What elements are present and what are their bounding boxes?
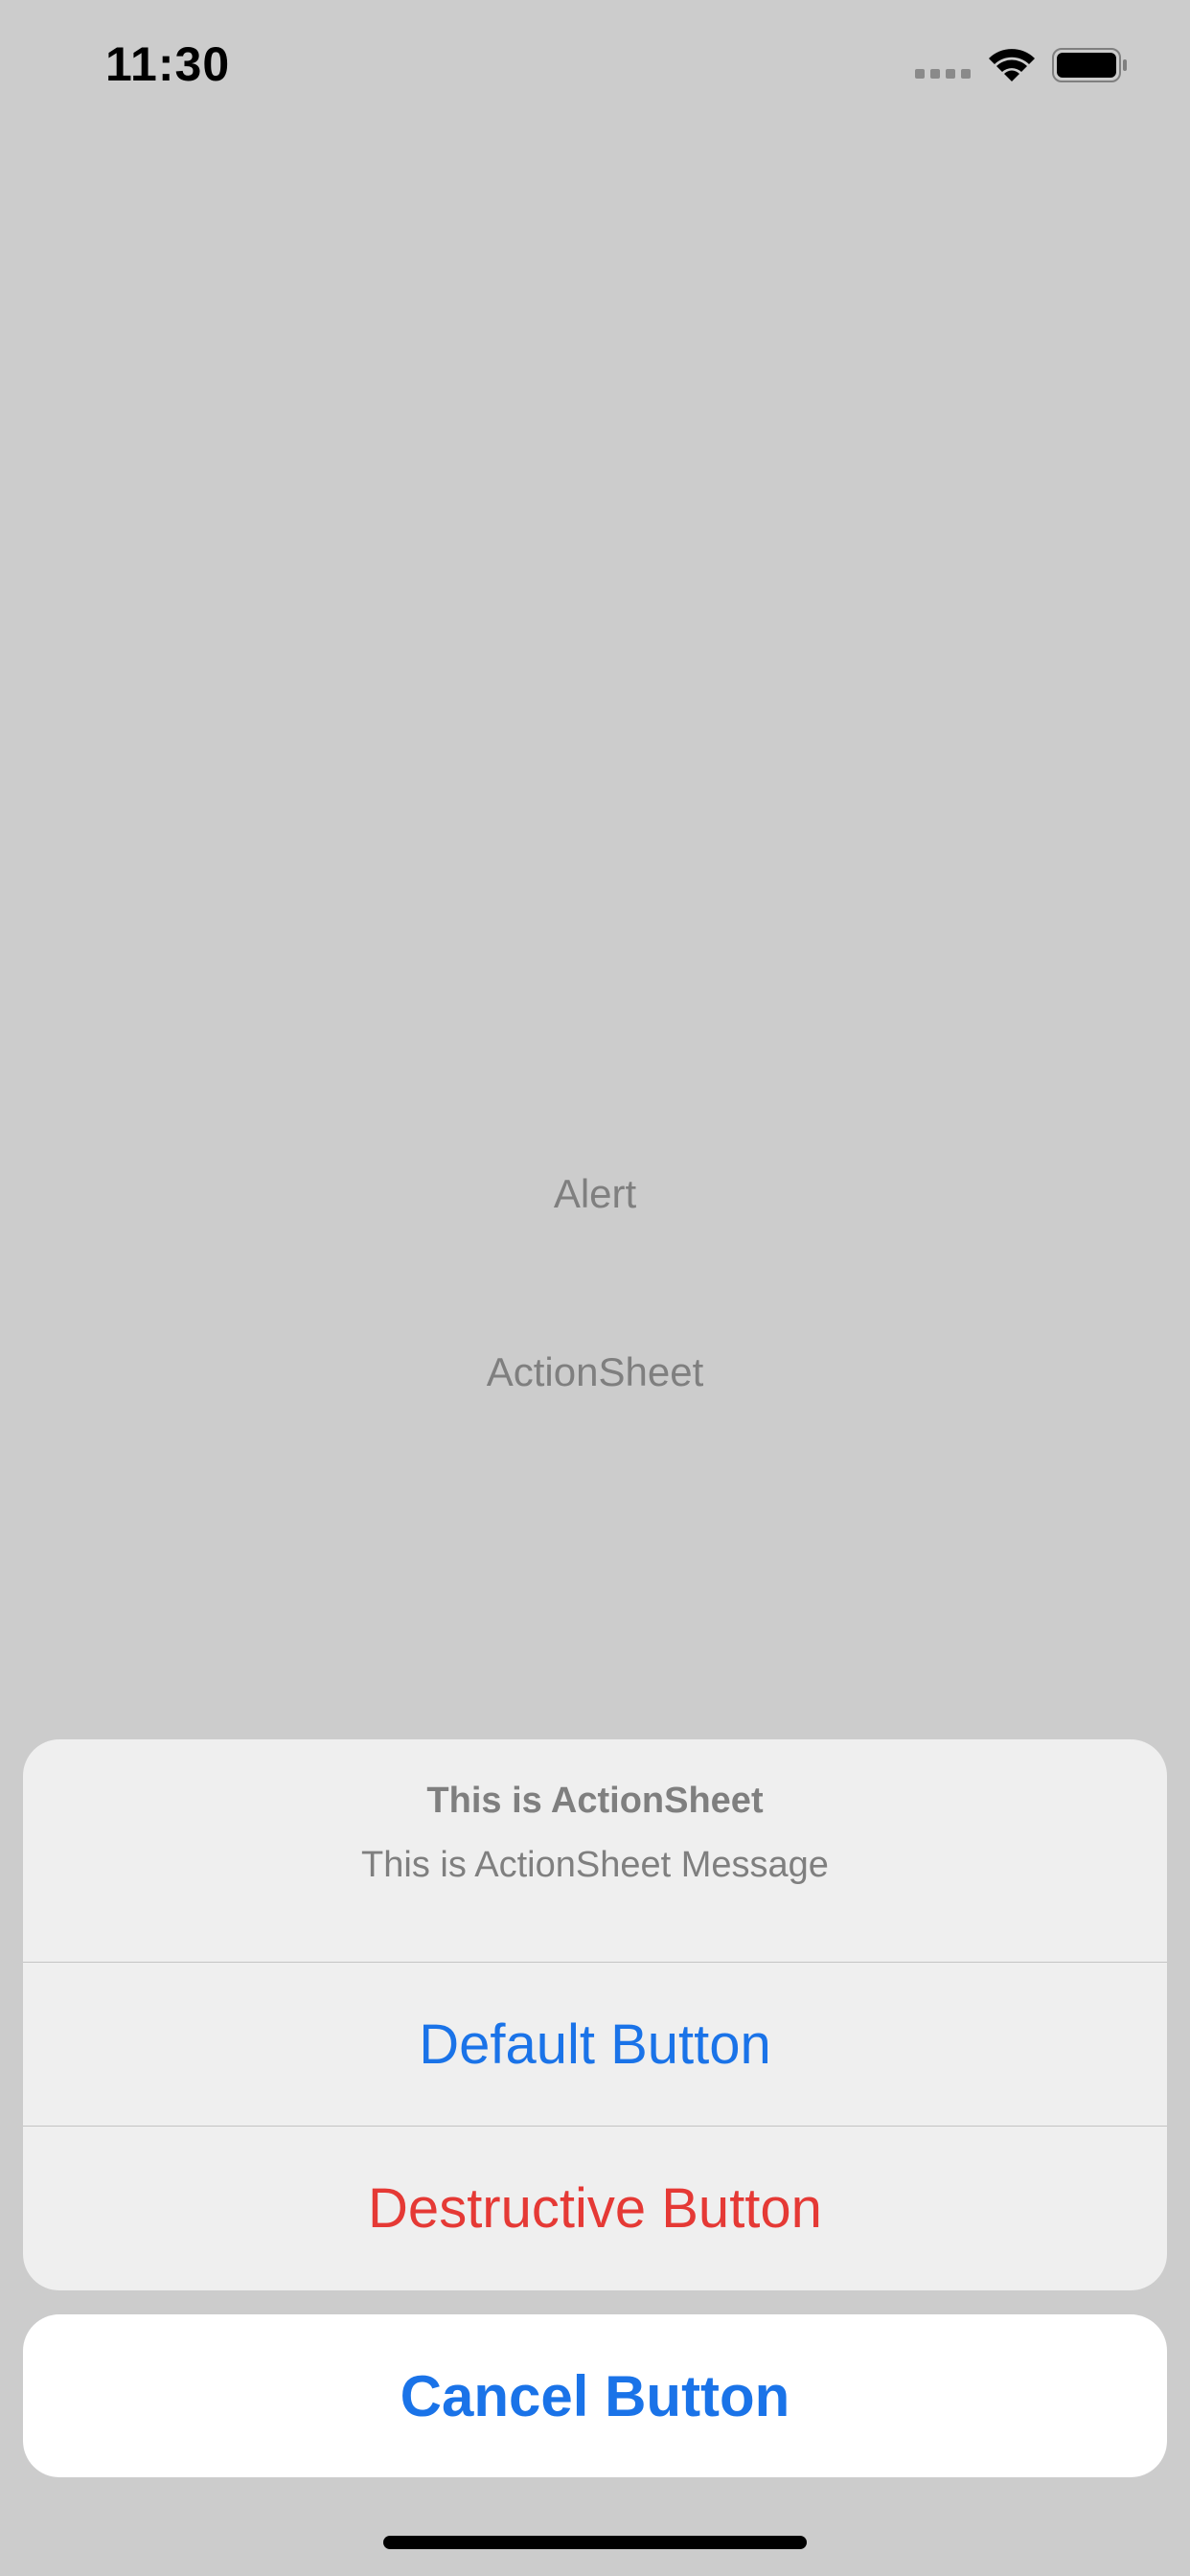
home-indicator[interactable] xyxy=(383,2536,807,2549)
battery-icon xyxy=(1052,48,1127,82)
actionsheet-button[interactable]: ActionSheet xyxy=(0,1349,1190,1395)
action-sheet-message: This is ActionSheet Message xyxy=(361,1845,829,1885)
action-sheet: This is ActionSheet This is ActionSheet … xyxy=(23,1739,1167,2290)
action-sheet-title: This is ActionSheet xyxy=(426,1781,764,1821)
action-sheet-header: This is ActionSheet This is ActionSheet … xyxy=(23,1739,1167,1962)
default-button[interactable]: Default Button xyxy=(23,1963,1167,2126)
signal-icon xyxy=(915,69,971,79)
status-time: 11:30 xyxy=(105,37,231,91)
cancel-button[interactable]: Cancel Button xyxy=(23,2314,1167,2477)
destructive-button[interactable]: Destructive Button xyxy=(23,2127,1167,2289)
status-bar: 11:30 xyxy=(0,0,1190,134)
alert-button[interactable]: Alert xyxy=(0,1171,1190,1217)
wifi-icon xyxy=(989,49,1035,81)
